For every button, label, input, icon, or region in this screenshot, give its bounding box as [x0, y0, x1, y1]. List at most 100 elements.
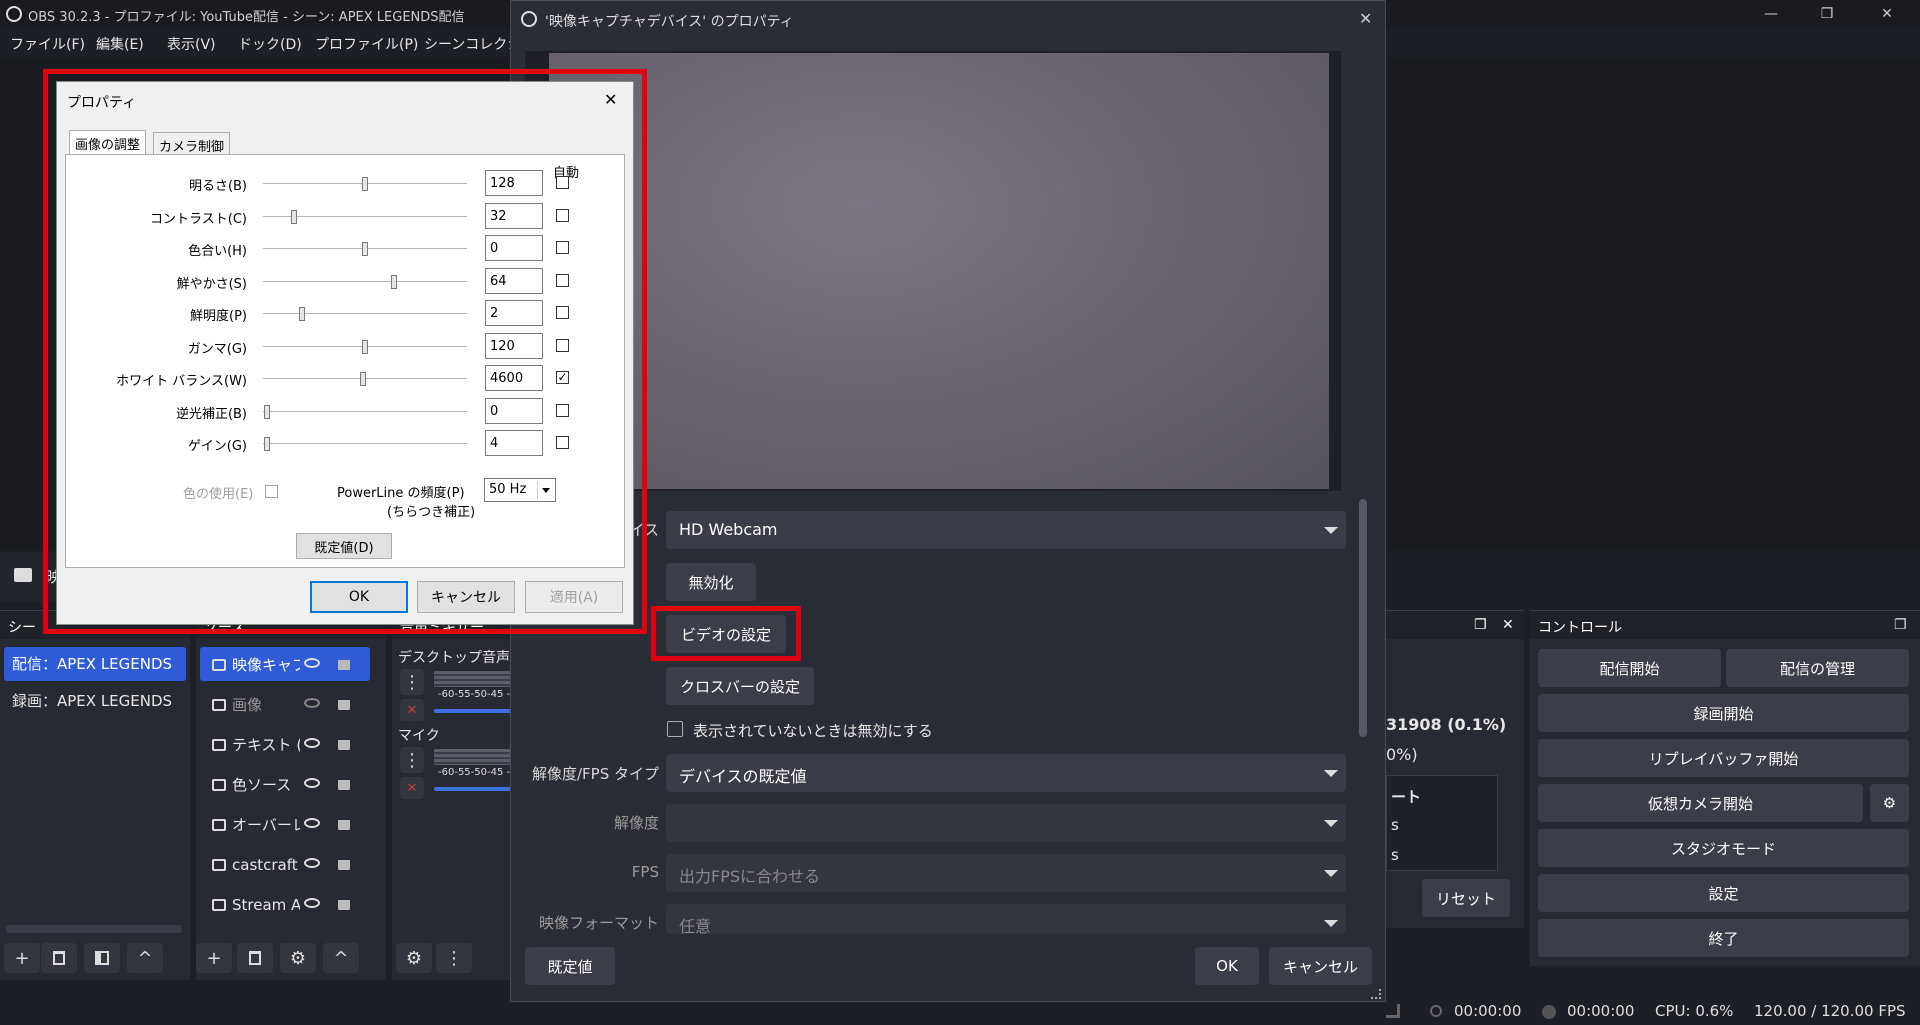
- move-source-up-button[interactable]: ^: [323, 943, 359, 973]
- stats-dock: ❐ ✕ 31908 (0.1%) 0%) ート s s リセット: [1386, 610, 1524, 928]
- lock-icon[interactable]: [338, 900, 350, 910]
- restore-button[interactable]: ❐: [1804, 0, 1850, 28]
- resolution-select[interactable]: [666, 804, 1346, 842]
- mixer-channel-menu-button[interactable]: ⋮: [400, 747, 424, 773]
- menu-dock[interactable]: ドック(D): [238, 34, 302, 54]
- eye-icon[interactable]: [304, 778, 320, 788]
- source-properties-button[interactable]: ⚙: [280, 943, 316, 973]
- add-source-button[interactable]: +: [196, 943, 232, 973]
- video-dialog-scrollbar[interactable]: [1359, 499, 1367, 737]
- device-select[interactable]: HD Webcam: [666, 511, 1346, 549]
- eye-icon[interactable]: [304, 658, 320, 668]
- add-scene-button[interactable]: +: [4, 943, 40, 973]
- exit-button[interactable]: 終了: [1538, 919, 1909, 957]
- video-defaults-button[interactable]: 既定値: [525, 947, 615, 985]
- video-preview: [525, 51, 1341, 491]
- network-icon: [1386, 1004, 1400, 1018]
- lock-icon[interactable]: [338, 700, 350, 710]
- settings-button[interactable]: 設定: [1538, 874, 1909, 912]
- res-fps-type-label: 解像度/FPS タイプ: [531, 765, 659, 783]
- lock-icon[interactable]: [338, 780, 350, 790]
- volume-slider[interactable]: [434, 709, 512, 713]
- source-item[interactable]: Stream A: [200, 887, 370, 921]
- minimize-button[interactable]: —: [1748, 0, 1794, 28]
- mixer-scale: -60-55-50-45 -: [438, 689, 511, 700]
- eye-icon[interactable]: [304, 898, 320, 908]
- scene-filters-button[interactable]: [84, 943, 120, 973]
- crossbar-settings-button[interactable]: クロスバーの設定: [666, 667, 814, 705]
- scene-item[interactable]: 配信：APEX LEGENDS: [4, 647, 186, 681]
- source-item[interactable]: 映像キャプ: [200, 647, 370, 681]
- camera-icon: [212, 658, 226, 671]
- menu-scene-collection[interactable]: シーンコレクシ: [424, 34, 521, 54]
- deactivate-when-hidden-checkbox[interactable]: [667, 721, 683, 737]
- lock-icon[interactable]: [338, 660, 350, 670]
- manage-stream-button[interactable]: 配信の管理: [1726, 649, 1909, 687]
- deactivate-button[interactable]: 無効化: [666, 563, 756, 601]
- mute-icon[interactable]: ✕: [400, 777, 424, 799]
- mixer-channel-menu-button[interactable]: ⋮: [400, 669, 424, 695]
- eye-icon[interactable]: [304, 818, 320, 828]
- source-item-label: Stream A: [232, 895, 300, 914]
- volume-slider[interactable]: [434, 787, 512, 791]
- source-item-label: テキスト (G: [232, 735, 300, 754]
- move-scene-up-button[interactable]: ^: [127, 943, 163, 973]
- eye-icon[interactable]: [304, 738, 320, 748]
- menu-profile[interactable]: プロファイル(P): [315, 34, 418, 54]
- lock-icon[interactable]: [338, 820, 350, 830]
- start-stream-button[interactable]: 配信開始: [1538, 649, 1721, 687]
- video-cancel-button[interactable]: キャンセル: [1269, 947, 1372, 985]
- start-replay-buffer-button[interactable]: リプレイバッファ開始: [1538, 739, 1909, 777]
- reset-stats-button[interactable]: リセット: [1422, 879, 1510, 917]
- lock-icon[interactable]: [338, 740, 350, 750]
- float-dock-icon[interactable]: ❐: [1474, 617, 1487, 633]
- res-fps-type-select[interactable]: デバイスの既定値: [666, 754, 1346, 792]
- float-dock-icon[interactable]: ❐: [1894, 617, 1907, 633]
- video-format-value: 任意: [679, 917, 712, 936]
- stats-dock-header: ❐ ✕: [1386, 611, 1524, 639]
- status-bar: 00:00:00 00:00:00 CPU: 0.6% 120.00 / 120…: [0, 998, 1920, 1025]
- source-item[interactable]: 色ソース: [200, 767, 370, 801]
- source-item[interactable]: 画像: [200, 687, 370, 721]
- mixer-advanced-button[interactable]: ⚙: [396, 943, 432, 973]
- video-format-select[interactable]: 任意: [666, 904, 1346, 936]
- mixer-meter: [434, 749, 512, 765]
- camera-icon: [14, 568, 32, 582]
- fps-select[interactable]: 出力FPSに合わせる: [666, 854, 1346, 892]
- source-item[interactable]: オーバーレ: [200, 807, 370, 841]
- lock-icon[interactable]: [338, 860, 350, 870]
- scene-item[interactable]: 録画：APEX LEGENDS: [4, 684, 186, 718]
- video-ok-button[interactable]: OK: [1195, 947, 1259, 985]
- resize-grip-icon[interactable]: [1371, 989, 1381, 999]
- remove-source-button[interactable]: [237, 943, 273, 973]
- gears-icon: ⚙: [405, 947, 423, 969]
- start-virtual-camera-button[interactable]: 仮想カメラ開始: [1538, 784, 1863, 822]
- deactivate-when-hidden-label: 表示されていないときは無効にする: [693, 722, 933, 740]
- mixer-menu-button[interactable]: ⋮: [436, 943, 472, 973]
- fps-label: FPS: [631, 863, 659, 881]
- res-fps-type-value: デバイスの既定値: [679, 767, 807, 786]
- menu-edit[interactable]: 編集(E): [96, 34, 144, 54]
- menu-file[interactable]: ファイル(F): [10, 34, 85, 54]
- eye-icon[interactable]: [304, 858, 320, 868]
- remove-scene-button[interactable]: [41, 943, 77, 973]
- sources-dock: ソース 映像キャプ画像テキスト (G色ソースオーバーレcastcraftStre…: [196, 610, 386, 980]
- video-settings-highlight: [651, 606, 801, 661]
- close-button[interactable]: ✕: [1864, 0, 1910, 28]
- source-item-label: 画像: [232, 695, 263, 714]
- menu-view[interactable]: 表示(V): [167, 34, 216, 54]
- mixer-channel-name: マイク: [398, 728, 440, 744]
- close-icon[interactable]: ✕: [1359, 9, 1372, 28]
- studio-mode-button[interactable]: スタジオモード: [1538, 829, 1909, 867]
- start-recording-button[interactable]: 録画開始: [1538, 694, 1909, 732]
- stats-value: 31908 (0.1%): [1386, 715, 1507, 734]
- source-item[interactable]: テキスト (G: [200, 727, 370, 761]
- scenes-scrollbar[interactable]: [6, 925, 182, 933]
- eye-off-icon[interactable]: [304, 698, 320, 708]
- close-dock-icon[interactable]: ✕: [1502, 617, 1514, 633]
- video-dialog-title: '映像キャプチャデバイス' のプロパティ: [545, 14, 794, 30]
- virtual-camera-settings-button[interactable]: ⚙: [1870, 784, 1909, 822]
- source-item[interactable]: castcraft: [200, 847, 370, 881]
- webcam-feed: [549, 53, 1329, 489]
- mute-icon[interactable]: ✕: [400, 699, 424, 721]
